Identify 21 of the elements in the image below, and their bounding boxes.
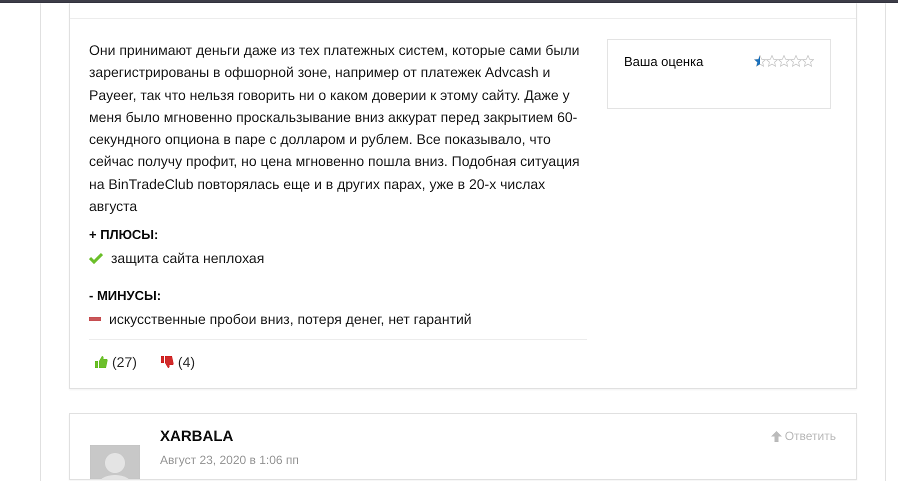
comment-author: XARBALA: [160, 428, 234, 446]
thumbs-up-icon: [95, 356, 108, 368]
star-icon: [778, 55, 790, 67]
cons-heading: - МИНУСЫ:: [89, 288, 162, 304]
rating-label: Ваша оценка: [624, 54, 704, 69]
comment-date: Август 23, 2020 в 1:06 пп: [160, 453, 300, 468]
pro-item: защита сайта неплохая: [111, 250, 264, 266]
like-button[interactable]: (27): [89, 354, 137, 370]
con-item: искусственные пробои вниз, потеря денег, нет гарантий: [109, 311, 472, 328]
arrow-up-icon: [770, 430, 782, 442]
thumbs-down-icon: [160, 356, 174, 368]
review-text: Они принимают деньги даже из тех платежных систем, которые сами были зарегистрированы в офшорной зоне, например от платежек Advcash и Payeer, так что нельзя говорить ни о каком доверии к этому сайту. Даже у меня было мгновенно проскальзывание вниз аккурат перед закрытием 60-секундного опциона в паре с долларом и рублем. Все показывало, что сейчас получу профит, но цена мгновенно пошла вниз. Подобная ситуация на BinTradeClub повторялась еще и в других парах, уже в 20-х числах августа: [89, 41, 581, 216]
star-icon: [754, 55, 766, 67]
star-icon: [802, 55, 814, 67]
star-icon: [790, 55, 802, 67]
star-rating[interactable]: [754, 55, 814, 67]
pros-heading: + ПЛЮСЫ:: [89, 227, 160, 242]
dislike-button[interactable]: (4): [154, 354, 196, 370]
check-icon: [89, 252, 103, 264]
minus-icon: [89, 317, 101, 322]
star-icon: [766, 55, 778, 67]
